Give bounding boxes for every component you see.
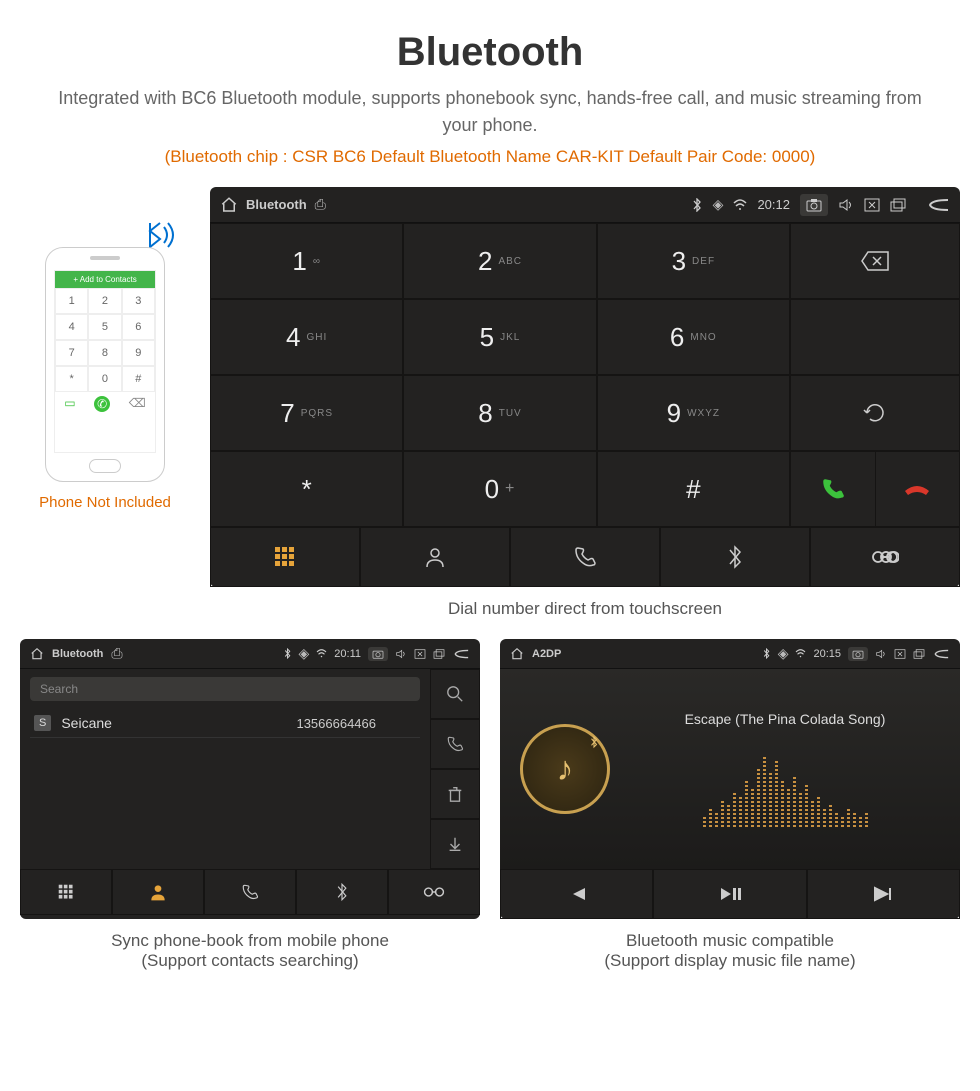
wifi-icon bbox=[733, 199, 747, 211]
key-3[interactable]: 3DEF bbox=[597, 223, 790, 299]
contacts-caption: Sync phone-book from mobile phone (Suppo… bbox=[20, 919, 480, 991]
music-caption: Bluetooth music compatible (Support disp… bbox=[500, 919, 960, 991]
contact-row[interactable]: S Seicane 13566664466 bbox=[30, 709, 420, 738]
side-delete-icon[interactable] bbox=[430, 769, 480, 819]
hangup-button[interactable] bbox=[876, 452, 960, 526]
volume-icon[interactable] bbox=[875, 649, 887, 659]
status-time: 20:11 bbox=[334, 648, 361, 660]
volume-icon[interactable] bbox=[395, 649, 407, 659]
tab-recent[interactable] bbox=[510, 527, 660, 587]
usb-icon: ⎙ bbox=[315, 196, 326, 213]
album-art: ♪ bbox=[520, 724, 610, 814]
location-icon: ◈ bbox=[299, 645, 310, 662]
status-time: 20:15 bbox=[813, 648, 841, 660]
back-icon[interactable] bbox=[452, 649, 470, 659]
music-note-icon: ♪ bbox=[557, 750, 574, 789]
sync-button[interactable] bbox=[790, 375, 960, 451]
tab-contacts[interactable] bbox=[112, 869, 204, 915]
dialer-caption: Dial number direct from touchscreen bbox=[210, 587, 960, 639]
side-down-icon[interactable] bbox=[430, 819, 480, 869]
key-2[interactable]: 2ABC bbox=[403, 223, 596, 299]
status-app-name: A2DP bbox=[532, 648, 561, 660]
key-7[interactable]: 7PQRS bbox=[210, 375, 403, 451]
camera-icon[interactable] bbox=[800, 194, 828, 216]
wifi-icon bbox=[795, 649, 806, 658]
side-call-icon[interactable] bbox=[430, 719, 480, 769]
back-icon[interactable] bbox=[932, 649, 950, 659]
bluetooth-icon bbox=[589, 735, 599, 749]
side-search-icon[interactable] bbox=[430, 669, 480, 719]
dial-keypad: 1∞ 2ABC 3DEF 4GHI 5JKL 6MNO 7PQRS 8TUV 9… bbox=[210, 223, 790, 527]
contact-name: Seicane bbox=[61, 715, 112, 731]
recent-apps-icon[interactable] bbox=[433, 649, 445, 659]
location-icon: ◈ bbox=[778, 645, 789, 662]
status-bar: A2DP ◈ 20:15 bbox=[500, 639, 960, 669]
home-icon[interactable] bbox=[30, 647, 44, 661]
play-pause-button[interactable] bbox=[653, 869, 806, 919]
call-button[interactable] bbox=[791, 452, 876, 526]
page-title: Bluetooth bbox=[0, 0, 980, 85]
page-specs: (Bluetooth chip : CSR BC6 Default Blueto… bbox=[0, 139, 980, 187]
song-title: Escape (The Pina Colada Song) bbox=[630, 711, 940, 727]
tab-bluetooth[interactable] bbox=[296, 869, 388, 915]
key-1[interactable]: 1∞ bbox=[210, 223, 403, 299]
tab-recent[interactable] bbox=[204, 869, 296, 915]
contact-badge: S bbox=[34, 715, 51, 731]
close-window-icon[interactable] bbox=[864, 198, 880, 212]
tab-keypad[interactable] bbox=[210, 527, 360, 587]
next-track-button[interactable] bbox=[807, 869, 960, 919]
bluetooth-icon bbox=[283, 648, 292, 659]
recent-apps-icon[interactable] bbox=[890, 198, 906, 212]
search-input[interactable]: Search bbox=[30, 677, 420, 701]
camera-icon[interactable] bbox=[368, 647, 388, 661]
phone-keypad: 123 456 789 *0# bbox=[55, 288, 155, 392]
wifi-icon bbox=[316, 649, 327, 658]
key-0[interactable]: 0+ bbox=[403, 451, 596, 527]
usb-icon: ⎙ bbox=[111, 645, 122, 662]
tab-pair[interactable] bbox=[810, 527, 960, 587]
key-hash[interactable]: # bbox=[597, 451, 790, 527]
contact-number: 13566664466 bbox=[296, 716, 376, 731]
tab-bluetooth[interactable] bbox=[660, 527, 810, 587]
camera-icon[interactable] bbox=[848, 647, 868, 661]
home-icon[interactable] bbox=[510, 647, 524, 661]
location-icon: ◈ bbox=[713, 196, 724, 213]
phone-device-frame: + Add to Contacts 123 456 789 *0# ▭ ✆ ⌫ bbox=[45, 247, 165, 482]
tab-pair[interactable] bbox=[388, 869, 480, 915]
backspace-button[interactable] bbox=[790, 223, 960, 299]
volume-icon[interactable] bbox=[838, 198, 854, 212]
key-star[interactable]: * bbox=[210, 451, 403, 527]
bluetooth-icon bbox=[691, 198, 703, 212]
key-5[interactable]: 5JKL bbox=[403, 299, 596, 375]
close-window-icon[interactable] bbox=[414, 649, 426, 659]
status-app-name: Bluetooth bbox=[246, 197, 307, 212]
dialer-device: Bluetooth ⎙ ◈ 20:12 bbox=[210, 187, 960, 587]
music-device: A2DP ◈ 20:15 ♪ bbox=[500, 639, 960, 919]
phone-caption: Phone Not Included bbox=[20, 494, 190, 511]
status-bar: Bluetooth ⎙ ◈ 20:11 bbox=[20, 639, 480, 669]
tab-contacts[interactable] bbox=[360, 527, 510, 587]
bluetooth-icon bbox=[762, 648, 771, 659]
empty-cell bbox=[790, 299, 960, 375]
page-description: Integrated with BC6 Bluetooth module, su… bbox=[0, 85, 980, 139]
home-icon[interactable] bbox=[220, 196, 238, 214]
visualizer bbox=[630, 747, 940, 827]
status-time: 20:12 bbox=[757, 197, 790, 212]
back-icon[interactable] bbox=[926, 198, 950, 212]
status-app-name: Bluetooth bbox=[52, 648, 103, 660]
status-bar: Bluetooth ⎙ ◈ 20:12 bbox=[210, 187, 960, 223]
recent-apps-icon[interactable] bbox=[913, 649, 925, 659]
phone-add-contacts-bar: + Add to Contacts bbox=[55, 271, 155, 288]
key-6[interactable]: 6MNO bbox=[597, 299, 790, 375]
key-8[interactable]: 8TUV bbox=[403, 375, 596, 451]
key-9[interactable]: 9WXYZ bbox=[597, 375, 790, 451]
prev-track-button[interactable] bbox=[500, 869, 653, 919]
key-4[interactable]: 4GHI bbox=[210, 299, 403, 375]
tab-keypad[interactable] bbox=[20, 869, 112, 915]
contacts-device: Bluetooth ⎙ ◈ 20:11 Search bbox=[20, 639, 480, 919]
bottom-tabs bbox=[210, 527, 960, 587]
phone-mock-column: + Add to Contacts 123 456 789 *0# ▭ ✆ ⌫ … bbox=[20, 187, 190, 511]
close-window-icon[interactable] bbox=[894, 649, 906, 659]
